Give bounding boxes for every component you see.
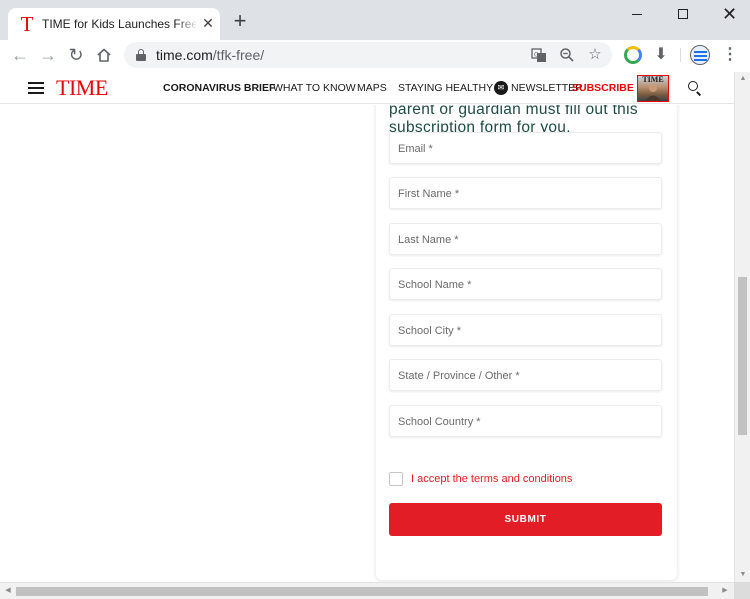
nav-maps[interactable]: MAPS <box>357 81 387 95</box>
school-country-field-label: School Country * <box>398 416 481 428</box>
profile-icon[interactable] <box>690 45 710 65</box>
address-bar[interactable]: time.com/tfk-free/ G ☆ <box>124 42 612 68</box>
url-text[interactable]: time.com/tfk-free/ <box>156 47 264 63</box>
nav-staying-healthy[interactable]: STAYING HEALTHY <box>398 81 493 95</box>
state-province-field[interactable]: State / Province / Other * <box>389 359 662 391</box>
tab-title-fade <box>176 14 198 34</box>
scroll-down-icon[interactable]: ▼ <box>738 570 748 580</box>
horizontal-scrollbar[interactable]: ◀ ▶ <box>0 582 734 599</box>
url-host: time.com <box>156 47 213 63</box>
school-city-field[interactable]: School City * <box>389 314 662 346</box>
extension-icon[interactable] <box>624 46 642 64</box>
site-header: TIME CORONAVIRUS BRIEF WHAT TO KNOW MAPS… <box>0 72 734 104</box>
new-tab-button[interactable]: + <box>228 10 252 34</box>
home-button[interactable] <box>92 43 116 67</box>
translate-icon[interactable]: G <box>530 46 548 64</box>
last-name-field-label: Last Name * <box>398 234 459 246</box>
minimize-icon <box>632 14 642 15</box>
time-favicon-icon: T <box>20 12 34 36</box>
back-button[interactable]: ← <box>8 43 32 67</box>
email-field[interactable]: Email * <box>389 132 662 164</box>
maximize-icon <box>678 9 688 19</box>
download-icon[interactable]: ⬇ <box>652 46 670 64</box>
reload-icon: ↻ <box>68 45 84 65</box>
more-vertical-icon[interactable]: ⋮ <box>722 45 738 65</box>
first-name-field-label: First Name * <box>398 188 460 200</box>
url-path: /tfk-free/ <box>212 47 265 63</box>
tab-close-icon[interactable]: ✕ <box>200 15 216 31</box>
school-country-field[interactable]: School Country * <box>389 405 662 437</box>
magazine-cover-thumbnail[interactable]: TIME <box>637 75 669 102</box>
vertical-scroll-thumb[interactable] <box>738 277 747 435</box>
terms-row: I accept the terms and conditions <box>389 471 662 487</box>
first-name-field[interactable]: First Name * <box>389 177 662 209</box>
maximize-window-button[interactable] <box>660 0 706 30</box>
scrollbar-corner <box>734 582 750 599</box>
scroll-up-icon[interactable]: ▲ <box>738 74 748 84</box>
browser-tab[interactable]: T TIME for Kids Launches Free Di ✕ <box>8 8 220 40</box>
tab-title: TIME for Kids Launches Free Di <box>42 17 196 31</box>
search-icon[interactable] <box>687 80 703 96</box>
newsletter-icon[interactable]: ✉ <box>494 81 508 95</box>
browser-toolbar: ← → ↻ time.com/tfk-free/ G ☆ ⬇ ⋮ <box>0 40 750 70</box>
subscribe-link[interactable]: SUBSCRIBE <box>572 81 634 95</box>
tab-strip: T TIME for Kids Launches Free Di ✕ + ✕ <box>0 0 750 40</box>
scroll-right-icon[interactable]: ▶ <box>720 586 730 596</box>
vertical-scrollbar[interactable]: ▲ ▼ <box>734 72 750 582</box>
arrow-left-icon: ← <box>11 45 29 65</box>
school-name-field-label: School Name * <box>398 279 472 291</box>
submit-button[interactable]: SUBMIT <box>389 503 662 536</box>
reload-button[interactable]: ↻ <box>64 43 88 67</box>
close-icon: ✕ <box>722 4 738 24</box>
nav-what-to-know[interactable]: WHAT TO KNOW <box>273 81 356 95</box>
forward-button[interactable]: → <box>36 43 60 67</box>
lock-icon[interactable] <box>136 49 146 61</box>
arrow-right-icon: → <box>39 45 57 65</box>
last-name-field[interactable]: Last Name * <box>389 223 662 255</box>
scroll-left-icon[interactable]: ◀ <box>3 586 13 596</box>
state-province-field-label: State / Province / Other * <box>398 370 520 382</box>
star-icon[interactable]: ☆ <box>586 46 604 64</box>
minimize-window-button[interactable] <box>614 0 660 30</box>
school-name-field[interactable]: School Name * <box>389 268 662 300</box>
terms-label[interactable]: I accept the terms and conditions <box>411 472 572 486</box>
subscription-form-card: parent or guardian must fill out this su… <box>376 105 677 580</box>
page-content: parent or guardian must fill out this su… <box>0 105 734 582</box>
school-city-field-label: School City * <box>398 325 461 337</box>
email-field-label: Email * <box>398 143 433 155</box>
horizontal-scroll-thumb[interactable] <box>16 587 708 596</box>
home-icon <box>97 48 111 62</box>
close-window-button[interactable]: ✕ <box>706 0 750 30</box>
zoom-out-icon[interactable] <box>558 46 576 64</box>
toolbar-divider <box>680 48 681 62</box>
time-logo[interactable]: TIME <box>56 75 108 101</box>
hamburger-menu-icon[interactable] <box>28 82 44 94</box>
svg-text:G: G <box>534 52 539 59</box>
terms-checkbox[interactable] <box>389 472 403 486</box>
nav-coronavirus-brief[interactable]: CORONAVIRUS BRIEF <box>163 81 275 95</box>
